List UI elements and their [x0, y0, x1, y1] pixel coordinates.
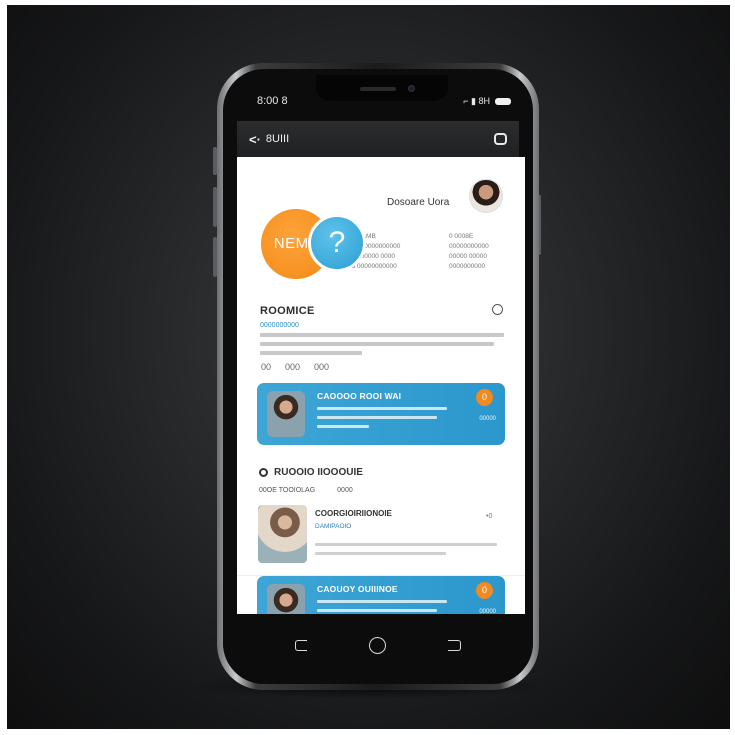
stats-row: 00 000 000 [261, 362, 329, 372]
status-bar: 8:00 8 ⌐ ▮ 8H [257, 93, 511, 109]
tab-first[interactable]: 00OE TOOIOLAG [259, 487, 315, 494]
section-description [260, 333, 504, 360]
post-description [315, 543, 497, 561]
phone-frame: 8:00 8 ⌐ ▮ 8H <· 8UIII ? Dosoare Uora NE… [217, 63, 539, 690]
profile-meta-right: 0 0008E 00000000000 00000 00000 00000000… [449, 232, 489, 272]
nav-back-icon [295, 639, 308, 651]
notification-badge[interactable]: 0 [476, 582, 493, 599]
post-subtitle: DAMIPAOIO [315, 523, 352, 530]
meta-value: 0 0008E [449, 233, 474, 240]
featured-card[interactable]: CAOOOO ROOI WAI 0 00000 [257, 383, 505, 445]
nav-recents-button[interactable] [441, 631, 469, 659]
stat-likes[interactable]: 00 [261, 362, 271, 372]
stat-shares[interactable]: 000 [314, 362, 329, 372]
back-label: 8UIII [265, 133, 290, 145]
speaker-grille [360, 87, 396, 91]
card-description [317, 407, 447, 434]
app-bar: <· 8UIII [237, 121, 519, 157]
avatar[interactable] [469, 179, 503, 213]
front-camera-icon [408, 85, 415, 92]
section-2-title: RUOOIO IIOOOUIE [259, 467, 363, 478]
signal-icon: ⌐ ▮ 8H [463, 95, 490, 106]
system-nav-bar [223, 614, 533, 684]
nav-home-button[interactable] [364, 631, 392, 659]
profile-name: Dosoare Uora [387, 197, 450, 208]
backdrop: 8:00 8 ⌐ ▮ 8H <· 8UIII ? Dosoare Uora NE… [7, 5, 730, 729]
phone-screen-bezel: 8:00 8 ⌐ ▮ 8H <· 8UIII ? Dosoare Uora NE… [223, 69, 533, 684]
card-title: CAOUOY OUIIINOE [317, 584, 398, 594]
tab-second[interactable]: 0000 [337, 487, 353, 494]
section-title: ROOMICE [260, 305, 315, 317]
card-link[interactable]: 00000 [479, 416, 496, 422]
chat-icon[interactable] [494, 133, 507, 145]
more-icon[interactable]: •0 [486, 513, 492, 520]
card-title: CAOOOO ROOI WAI [317, 391, 402, 401]
help-icon[interactable]: ? [308, 214, 366, 272]
back-arrow-icon: <· [249, 131, 261, 147]
nav-home-icon [369, 636, 387, 654]
nav-recents-icon [448, 639, 462, 651]
nav-back-button[interactable] [287, 631, 315, 659]
section-subtitle: 0000000000 [260, 322, 299, 329]
meta-value: 00000 00000 [449, 253, 487, 260]
card-thumbnail [267, 391, 305, 437]
post-title[interactable]: COORGIOIRIIONOIE [315, 509, 392, 518]
app-content: ? Dosoare Uora NEMF ooeDAMB ooo000000000… [237, 157, 525, 617]
search-icon[interactable] [492, 304, 503, 315]
section-2-icon [259, 468, 268, 477]
section-2-tabs: 00OE TOOIOLAG 0000 [259, 487, 353, 494]
stat-comments[interactable]: 000 [285, 362, 300, 372]
card-thumbnail [267, 584, 305, 617]
meta-value: 0000000000 [449, 263, 486, 270]
post-thumbnail[interactable] [258, 505, 307, 563]
status-time: 8:00 8 [257, 95, 288, 107]
meta-value: 00000000000 [449, 243, 489, 250]
notification-badge[interactable]: 0 [476, 389, 493, 406]
battery-icon [495, 97, 511, 105]
status-icons: ⌐ ▮ 8H [463, 96, 511, 107]
featured-card-2[interactable]: CAOUOY OUIIINOE 0 00000 [257, 576, 505, 617]
back-button[interactable]: <· 8UIII [249, 132, 289, 147]
